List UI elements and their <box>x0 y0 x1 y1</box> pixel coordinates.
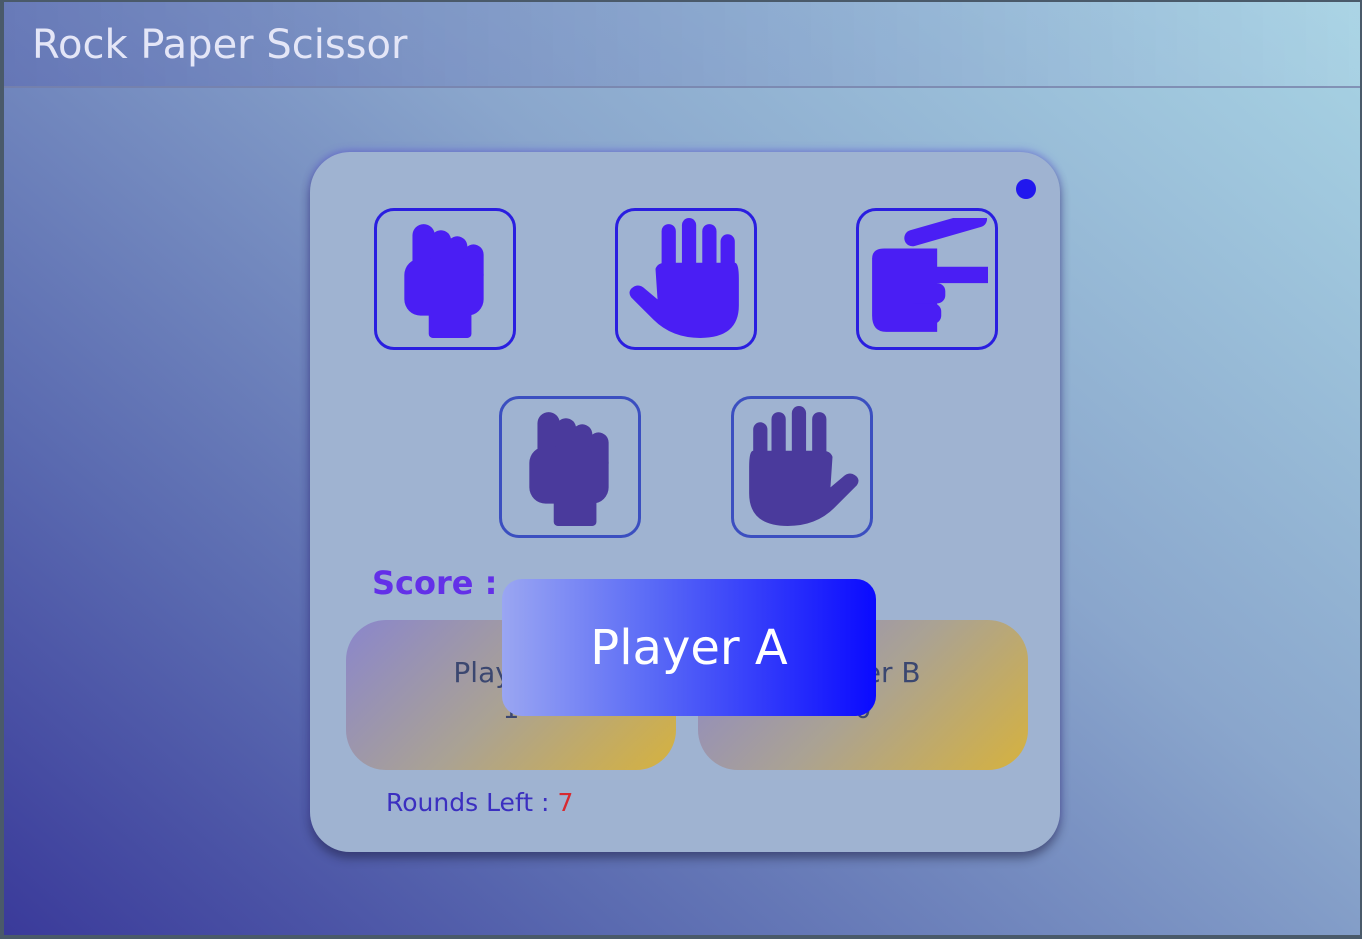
paper-button[interactable] <box>615 208 757 350</box>
title-bar: Rock Paper Scissor <box>4 2 1360 88</box>
winner-toast: Player A <box>502 579 876 716</box>
played-paper-icon-box <box>731 396 873 538</box>
game-card: Score : Player A 1 Player B 0 Rounds Lef… <box>310 152 1060 852</box>
scissor-hand-icon <box>872 218 988 332</box>
status-dot <box>1016 179 1036 199</box>
rock-hand-icon <box>404 224 484 338</box>
rock-hand-icon <box>529 412 609 526</box>
rounds-left-label: Rounds Left : <box>386 788 550 817</box>
app-window: Rock Paper Scissor Score: Player B Roun… <box>4 2 1360 935</box>
winner-toast-text: Player A <box>590 619 788 676</box>
rock-button[interactable] <box>374 208 516 350</box>
paper-hand-icon <box>749 406 859 526</box>
paper-hand-icon <box>629 218 739 338</box>
score-label: Score : <box>372 564 498 602</box>
app-title: Rock Paper Scissor <box>32 22 408 68</box>
scissor-button[interactable] <box>856 208 998 350</box>
played-rock-icon-box <box>499 396 641 538</box>
rounds-left-value: 7 <box>557 788 574 817</box>
rounds-left: Rounds Left :7 <box>386 788 573 817</box>
